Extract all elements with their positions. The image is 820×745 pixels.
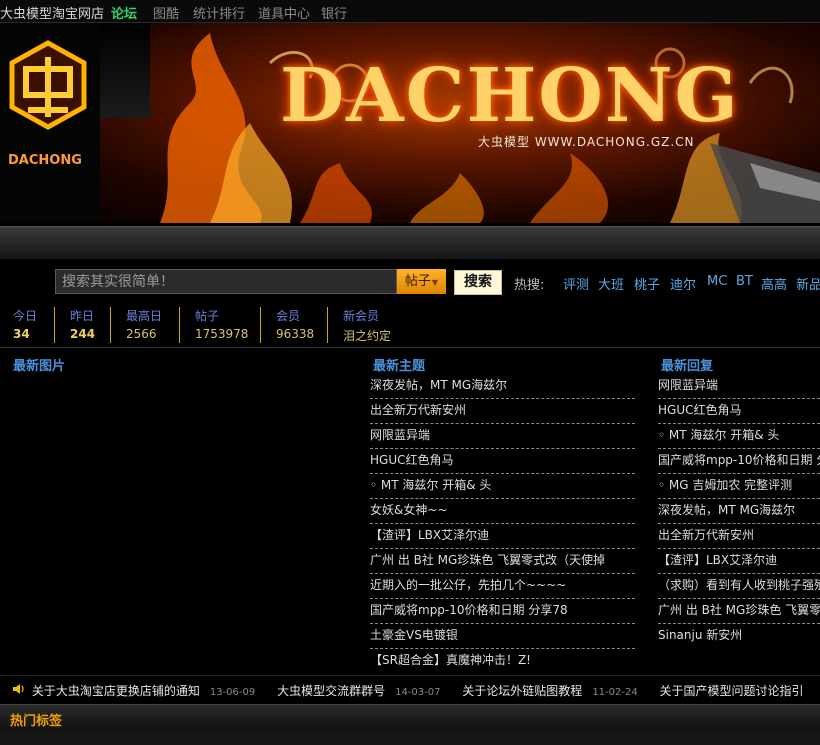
list-item[interactable]: 出全新万代新安州: [370, 399, 635, 424]
announcement-date: 13-06-09: [209, 687, 256, 698]
list-item[interactable]: HGUC红色角马: [370, 449, 635, 474]
list-item[interactable]: ◦ MT 海兹尔 开箱& 头: [370, 474, 635, 499]
list-item[interactable]: 出全新万代新安州: [658, 524, 820, 549]
list-item[interactable]: 网限蓝异端: [370, 424, 635, 449]
hot-keyword-mc[interactable]: MC: [707, 274, 727, 289]
stat-highest: 最高日 2566: [110, 307, 162, 343]
stat-members: 会员 96338: [260, 307, 314, 343]
stat-yesterday: 昨日 244: [54, 307, 95, 343]
latest-topics-list: 深夜发帖，MT MG海兹尔 出全新万代新安州 网限蓝异端 HGUC红色角马 ◦ …: [370, 374, 635, 674]
stat-value: 96338: [276, 327, 315, 341]
dachong-logo-icon: [9, 40, 87, 130]
hot-keyword-taozi[interactable]: 桃子: [634, 274, 660, 293]
search-button[interactable]: 搜索: [454, 270, 502, 295]
list-item[interactable]: 女妖&女神~~: [370, 499, 635, 524]
list-item[interactable]: （求购）看到有人收到桃子强殖: [658, 574, 820, 599]
list-item[interactable]: 网限蓝异端: [658, 374, 820, 399]
header-banner: DACHONG DACHONG 大虫模型 WWW.DACHONG.GZ.CN: [0, 23, 820, 223]
chevron-down-icon: ▼: [431, 278, 439, 287]
list-item[interactable]: 土豪金VS电镀银: [370, 624, 635, 649]
menu-bar: [0, 226, 820, 260]
banner-title: DACHONG: [280, 53, 740, 139]
list-item[interactable]: 【渣评】LBX艾泽尔迪: [658, 549, 820, 574]
search-input[interactable]: [55, 269, 397, 294]
hot-tags-title: 热门标签: [10, 714, 63, 729]
nav-forum[interactable]: 论坛: [111, 3, 137, 22]
speaker-icon: [12, 683, 28, 698]
divider: [0, 347, 820, 348]
announcement-link[interactable]: 关于论坛外链贴图教程: [462, 684, 582, 698]
banner-dark-block: [100, 23, 150, 118]
bottom-strip: [0, 731, 820, 745]
list-item[interactable]: 国产威将mpp-10价格和日期 分享78: [370, 599, 635, 624]
top-nav: 大虫模型淘宝网店 论坛 图酷 统计排行 道具中心 银行: [0, 0, 820, 23]
list-item[interactable]: ◦ MT 海兹尔 开箱& 头: [658, 424, 820, 449]
nav-rankings[interactable]: 统计排行: [193, 3, 245, 22]
site-logo[interactable]: DACHONG: [0, 23, 100, 223]
nav-gallery[interactable]: 图酷: [153, 3, 179, 22]
list-item[interactable]: 广州 出 B社 MG珍珠色 飞翼零式改: [658, 599, 820, 624]
stat-value: 244: [70, 327, 96, 341]
logo-text: DACHONG: [8, 153, 82, 168]
hot-keyword-gaogao[interactable]: 高高: [761, 274, 787, 293]
stat-label: 会员: [276, 309, 301, 323]
list-item[interactable]: Sinanju 新安州: [658, 624, 820, 649]
announcement-date: 11-02-24: [592, 687, 638, 698]
nav-taobao-shop[interactable]: 大虫模型淘宝网店: [0, 3, 104, 22]
list-item[interactable]: ◦ MG 吉姆加农 完整评测: [658, 474, 820, 499]
announcement-link[interactable]: 大虫模型交流群群号: [277, 684, 385, 698]
stat-new-member: 新会员 泪之约定: [327, 307, 391, 343]
latest-images-title: 最新图片: [13, 359, 66, 374]
list-item[interactable]: 近期入的一批公仔，先拍几个~~~~: [370, 574, 635, 599]
announcement-date: 14-03-07: [395, 687, 441, 698]
list-item[interactable]: 广州 出 B社 MG珍珠色 飞翼零式改（天使掉: [370, 549, 635, 574]
search-type-label: 帖子: [404, 274, 431, 289]
list-item[interactable]: 国产威将mpp-10价格和日期 分享78: [658, 449, 820, 474]
banner-subtitle: 大虫模型 WWW.DACHONG.GZ.CN: [478, 135, 695, 149]
stat-label: 帖子: [195, 309, 220, 323]
latest-topics-title: 最新主题: [373, 359, 426, 374]
hot-keyword-pingce[interactable]: 评测: [563, 274, 589, 293]
hot-keyword-daban[interactable]: 大班: [598, 274, 624, 293]
hot-keyword-dier[interactable]: 迪尔: [670, 274, 696, 293]
hot-keyword-bt[interactable]: BT: [736, 274, 753, 289]
latest-replies-title: 最新回复: [661, 359, 714, 374]
announcement-link[interactable]: 关于国产模型问题讨论指引: [660, 684, 804, 698]
divider: [0, 675, 820, 676]
announcement-link[interactable]: 关于大虫淘宝店更换店铺的通知: [32, 684, 200, 698]
stat-posts: 帖子 1753978: [179, 307, 248, 343]
stat-label: 最高日: [126, 309, 163, 323]
hot-tags-bar: 热门标签: [0, 704, 820, 731]
nav-bank[interactable]: 银行: [321, 3, 347, 22]
new-member-link[interactable]: 泪之约定: [343, 327, 391, 344]
announcement-bar: 关于大虫淘宝店更换店铺的通知 13-06-09 大虫模型交流群群号 14-03-07…: [12, 682, 804, 699]
stat-label: 新会员: [343, 309, 380, 323]
list-item[interactable]: 【渣评】LBX艾泽尔迪: [370, 524, 635, 549]
search-type-select[interactable]: 帖子▼: [397, 269, 446, 294]
hot-search-label: 热搜:: [514, 278, 545, 293]
list-item[interactable]: 深夜发帖，MT MG海兹尔: [370, 374, 635, 399]
list-item[interactable]: HGUC红色角马: [658, 399, 820, 424]
list-item[interactable]: 深夜发帖，MT MG海兹尔: [658, 499, 820, 524]
list-item[interactable]: 【SR超合金】真魔神冲击！Z!: [370, 649, 635, 674]
stat-value: 1753978: [195, 327, 249, 341]
latest-replies-list: 网限蓝异端 HGUC红色角马 ◦ MT 海兹尔 开箱& 头 国产威将mpp-10…: [658, 374, 820, 649]
nav-item-center[interactable]: 道具中心: [258, 3, 310, 22]
stat-label: 今日: [13, 309, 38, 323]
stat-value: 34: [13, 327, 30, 341]
hot-keyword-xinpin[interactable]: 新品: [796, 274, 820, 293]
stat-value: 2566: [126, 327, 157, 341]
stat-label: 昨日: [70, 309, 95, 323]
